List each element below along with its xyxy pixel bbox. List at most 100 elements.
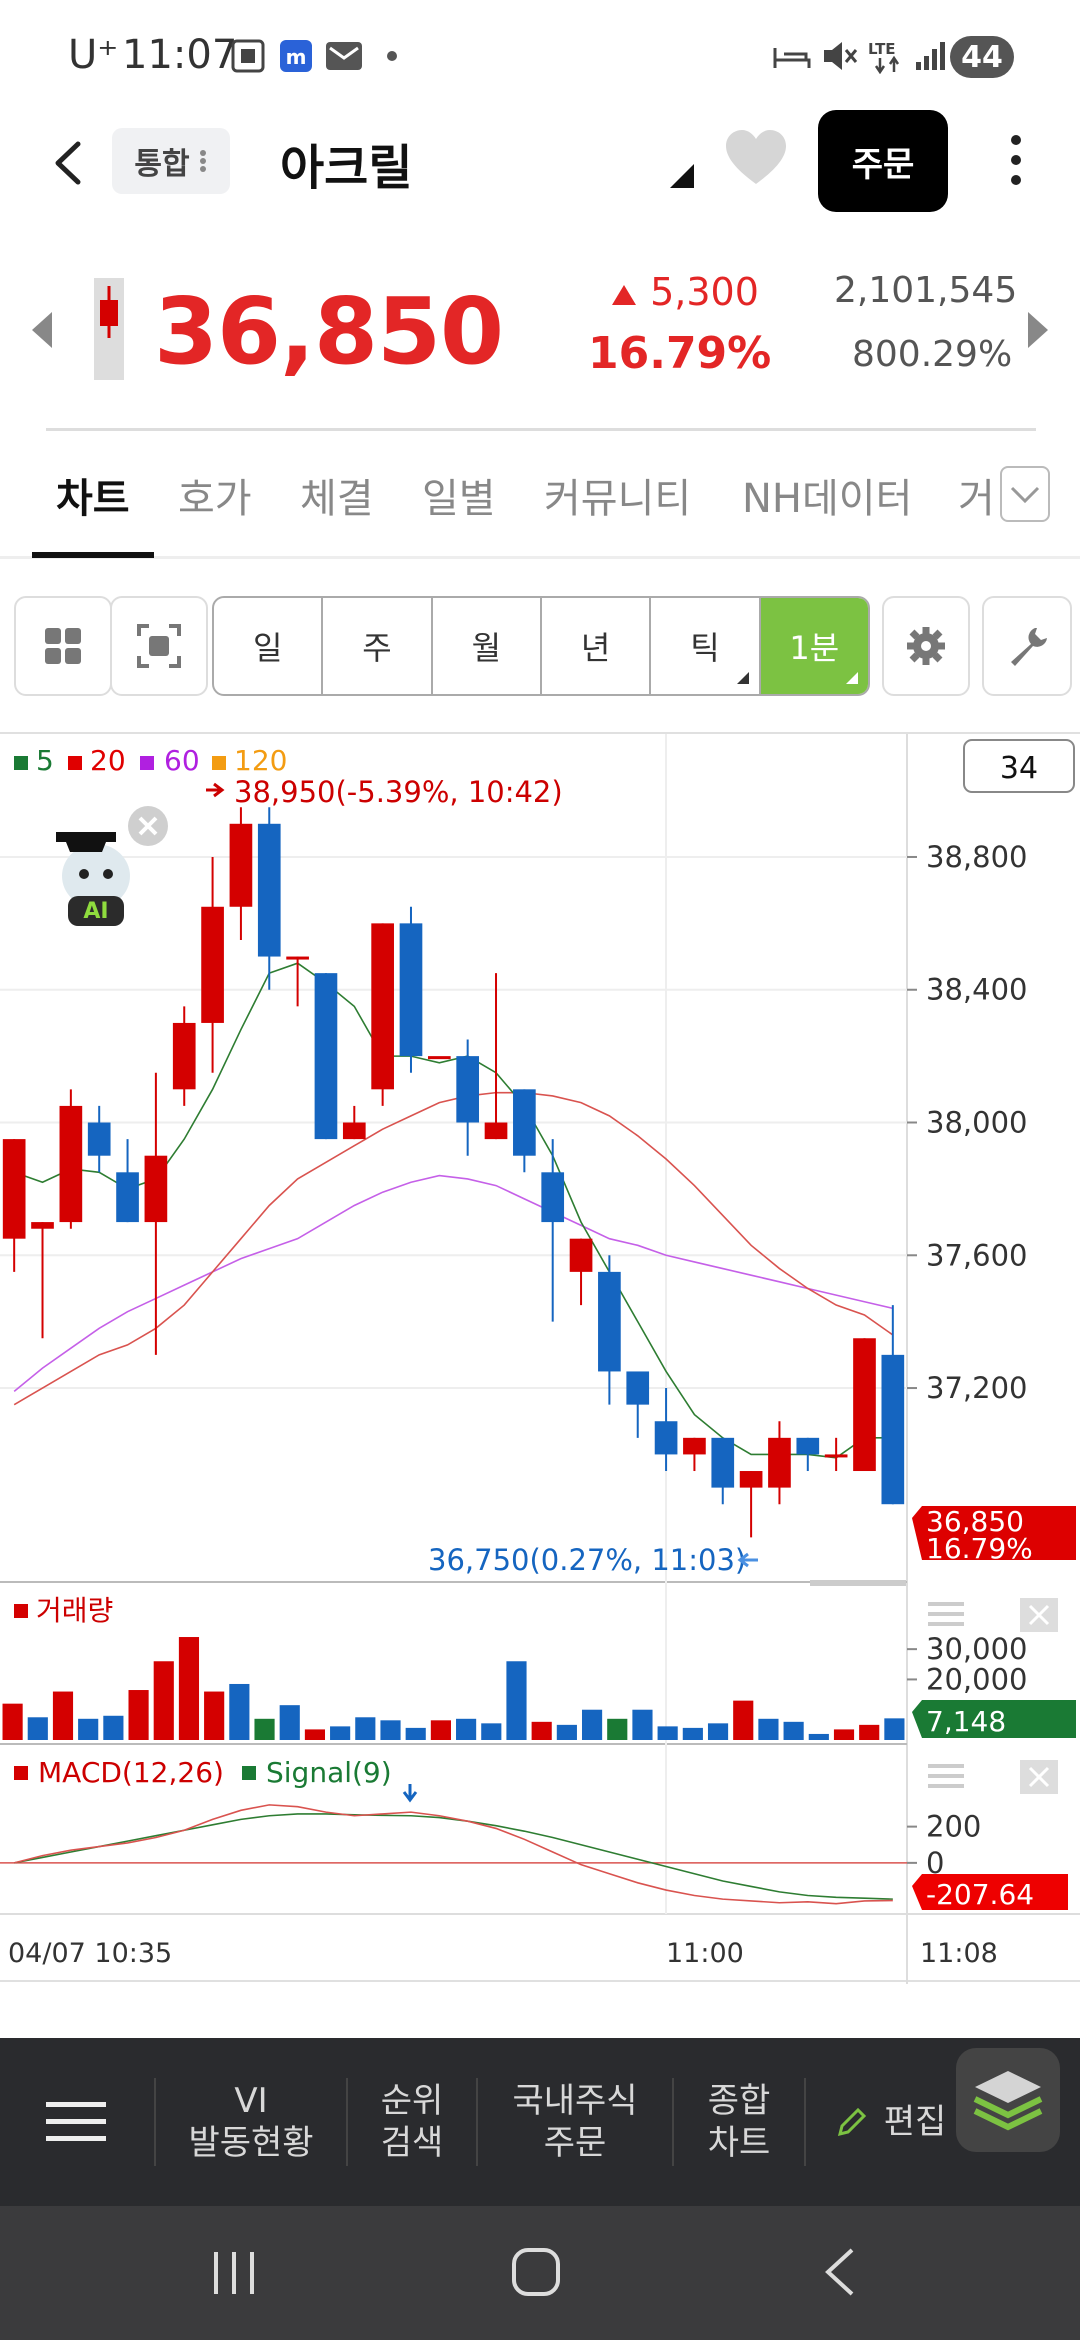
back-nav-icon[interactable] (820, 2246, 860, 2298)
svg-text:m: m (286, 45, 307, 69)
volume-bar (128, 1690, 149, 1740)
candle-body (654, 1421, 678, 1455)
price-change-percent: 16.79% (588, 328, 772, 379)
chart-tools-button[interactable] (982, 596, 1072, 696)
candle-body (229, 823, 253, 907)
next-stock-arrow-icon[interactable] (1026, 310, 1050, 354)
period-month[interactable]: 월 (433, 598, 542, 694)
mini-candle-icon (94, 278, 124, 380)
period-tick[interactable]: 틱 (651, 598, 761, 694)
panel-resize-handle[interactable] (810, 1580, 906, 1586)
close-icon[interactable] (126, 804, 170, 848)
layers-button[interactable] (956, 2048, 1060, 2152)
volume-bar (531, 1721, 552, 1740)
nav-rank-search[interactable]: 순위 검색 (348, 2038, 476, 2206)
candle-body (853, 1338, 876, 1472)
candle-body (2, 1139, 26, 1239)
nav-edit-label: 편집 (883, 2101, 947, 2142)
volume-bar (380, 1720, 401, 1740)
legend-ma20-swatch (68, 756, 82, 770)
stock-name[interactable]: 아크릴 (280, 128, 412, 198)
clock: 11:07 (122, 32, 238, 78)
nav-integrated-chart[interactable]: 종합 차트 (674, 2038, 804, 2206)
tab-nh-data[interactable]: NH데이터 (742, 466, 912, 524)
volume-bar (430, 1720, 451, 1740)
candle-body (257, 823, 281, 957)
menu-hamburger-button[interactable] (0, 2038, 152, 2206)
tab-chart[interactable]: 차트 (56, 466, 130, 524)
candle-body (342, 1122, 366, 1140)
tab-orderbook[interactable]: 호가 (178, 466, 252, 524)
volume-bar (581, 1709, 603, 1740)
candle-body (456, 1056, 480, 1123)
macd-line-signal (14, 1813, 893, 1900)
volume-bar (27, 1717, 48, 1740)
candle-body (172, 1022, 196, 1090)
volume-bar (52, 1691, 74, 1740)
tab-more[interactable]: 거 (958, 466, 995, 524)
gear-icon (907, 627, 945, 665)
period-1min[interactable]: 1분 (760, 598, 868, 694)
mute-icon (818, 38, 862, 74)
volume-legend-swatch (14, 1604, 28, 1618)
volume-panel-menu-icon[interactable] (928, 1602, 964, 1626)
candle-body (683, 1437, 706, 1455)
volume-panel-close-icon[interactable] (1020, 1598, 1058, 1632)
candle-body (31, 1222, 54, 1229)
nav-vi-status[interactable]: VI 발동현황 (156, 2038, 346, 2206)
tab-community[interactable]: 커뮤니티 (544, 466, 691, 524)
fullscreen-button[interactable] (110, 596, 208, 696)
volume-bar (758, 1718, 779, 1740)
nav-edit[interactable]: 편집 (830, 2038, 950, 2206)
price-tick-label: 37,600 (926, 1238, 1027, 1272)
more-menu-icon[interactable] (996, 130, 1036, 190)
candle-body (598, 1271, 621, 1372)
candle-body (59, 1105, 83, 1223)
volume-ratio: 800.29% (852, 334, 1013, 375)
price-tick-label: 38,000 (926, 1106, 1027, 1140)
prev-stock-arrow-icon[interactable] (30, 310, 54, 354)
signal-cross-arrow-icon (402, 1784, 418, 1803)
tab-daily[interactable]: 일별 (422, 466, 496, 524)
tab-trades[interactable]: 체결 (300, 466, 374, 524)
candle-body (286, 956, 309, 960)
status-bar: U⁺ 11:07 m LTE 44 (0, 0, 1080, 110)
order-button[interactable]: 주문 (818, 110, 948, 212)
candle-body (116, 1172, 139, 1223)
volume-bar (456, 1718, 477, 1740)
candle-body (371, 923, 394, 1090)
candle-body (427, 1056, 451, 1060)
ai-assistant-badge[interactable]: AI (46, 806, 168, 928)
x-label-start: 04/07 10:35 (8, 1938, 172, 1969)
market-tag-button[interactable]: 통합 (112, 128, 230, 194)
volume-bar (556, 1724, 577, 1740)
nav-domestic-order[interactable]: 국내주식 주문 (478, 2038, 672, 2206)
back-button[interactable] (40, 128, 100, 198)
stock-search-triangle-icon[interactable] (668, 162, 696, 190)
layout-grid-button[interactable] (14, 596, 112, 696)
tabs-divider (0, 556, 1080, 559)
mail-notification-icon (322, 38, 366, 74)
macd-panel-close-icon[interactable] (1020, 1760, 1058, 1794)
svg-text:LTE: LTE (868, 40, 896, 58)
period-year[interactable]: 년 (542, 598, 652, 694)
period-week[interactable]: 주 (323, 598, 433, 694)
home-icon[interactable] (510, 2246, 562, 2298)
favorite-heart-icon[interactable] (724, 128, 788, 188)
volume-bar (859, 1724, 880, 1740)
price-change-value: 5,300 (650, 270, 759, 314)
volume-bar (783, 1721, 804, 1740)
legend-ma60-swatch (140, 756, 154, 770)
recent-apps-icon[interactable] (210, 2248, 260, 2298)
macd-panel-menu-icon[interactable] (928, 1764, 964, 1788)
low-annotation: 36,750(0.27%, 11:03) (428, 1543, 746, 1577)
candle-body (626, 1371, 650, 1405)
x-label-mid: 11:00 (666, 1938, 744, 1969)
candle-body (87, 1122, 111, 1156)
period-day[interactable]: 일 (214, 598, 324, 694)
tabs-expand-button[interactable] (1000, 466, 1050, 522)
volume-bar (808, 1733, 829, 1740)
volume-bar (254, 1718, 275, 1740)
battery-indicator: 44 (950, 36, 1014, 78)
chart-settings-button[interactable] (882, 596, 970, 696)
